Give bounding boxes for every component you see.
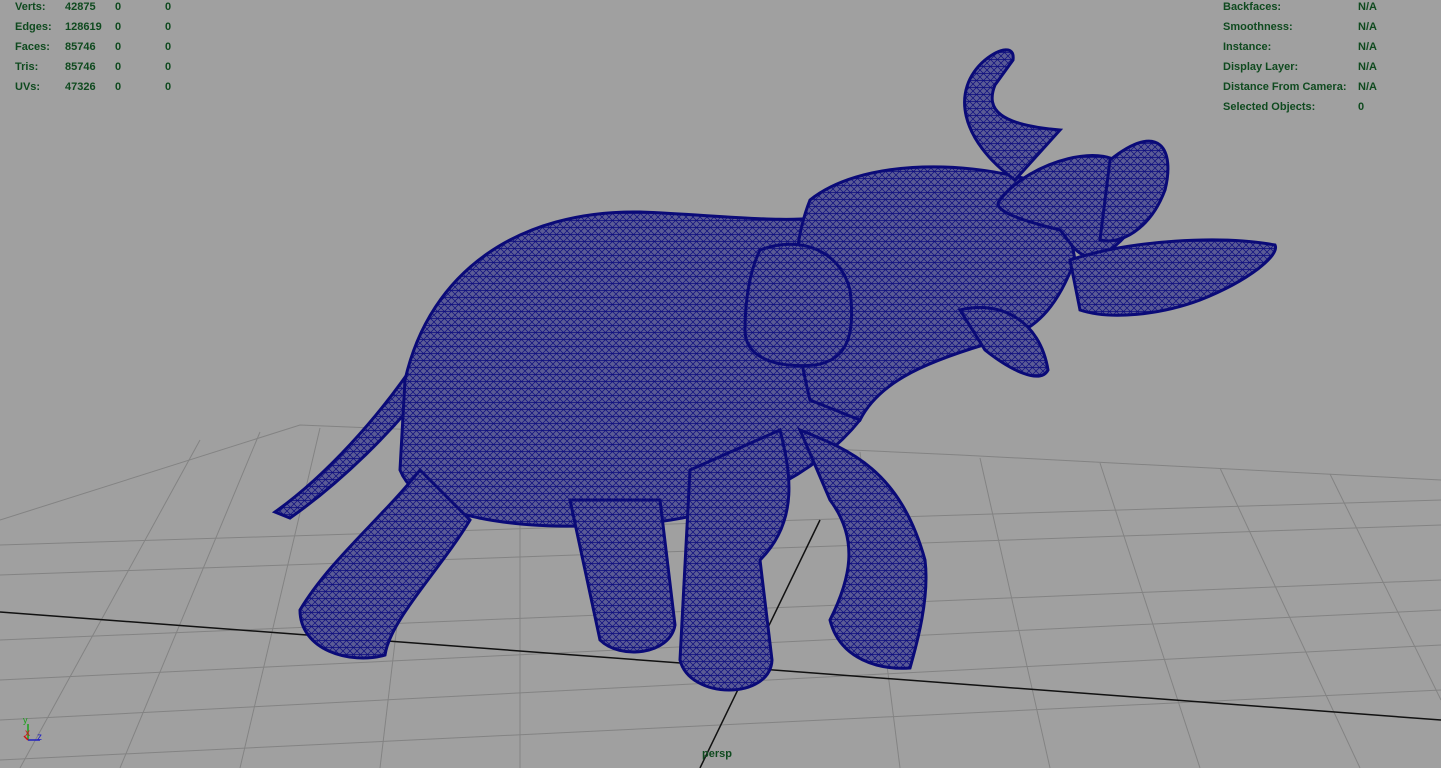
hud-value-total: 47326 [65, 81, 96, 93]
hud-value-selected: 0 [115, 61, 122, 73]
hud-label: Verts: [15, 1, 46, 13]
poly-count-hud: Verts: 42875 0 0 Edges: 128619 0 0 Faces… [15, 0, 215, 97]
hud-row-selected-objects: Selected Objects: 0 [1223, 97, 1433, 117]
hud-label: Selected Objects: [1223, 101, 1316, 113]
hud-value-total: 128619 [65, 21, 102, 33]
hud-label: Backfaces: [1223, 1, 1282, 13]
hud-label: Display Layer: [1223, 61, 1299, 73]
hud-row-uvs: UVs: 47326 0 0 [15, 77, 215, 97]
hud-value-component: 0 [165, 41, 172, 53]
axis-label-z: z [37, 732, 42, 743]
hud-value-selected: 0 [115, 81, 122, 93]
axis-gizmo-icon: y x z [23, 715, 42, 743]
hud-value-component: 0 [165, 81, 172, 93]
hud-row-distance: Distance From Camera: N/A [1223, 77, 1433, 97]
hud-row-faces: Faces: 85746 0 0 [15, 37, 215, 57]
object-details-hud: Backfaces: N/A Smoothness: N/A Instance:… [1223, 0, 1433, 117]
hud-value: N/A [1358, 61, 1377, 73]
hud-value: N/A [1358, 21, 1377, 33]
hud-label: UVs: [15, 81, 41, 93]
hud-value-total: 85746 [65, 41, 96, 53]
hud-value: N/A [1358, 41, 1377, 53]
hud-value-component: 0 [165, 61, 172, 73]
camera-name-label: persp [702, 748, 732, 760]
hud-value-total: 42875 [65, 1, 96, 13]
hud-value-total: 85746 [65, 61, 96, 73]
hud-label: Faces: [15, 41, 50, 53]
axis-label-x: x [25, 728, 30, 739]
hud-value-selected: 0 [115, 21, 122, 33]
hud-value: N/A [1358, 81, 1377, 93]
hud-row-backfaces: Backfaces: N/A [1223, 0, 1433, 17]
hud-value: 0 [1358, 101, 1365, 113]
hud-label: Tris: [15, 61, 39, 73]
hud-row-display-layer: Display Layer: N/A [1223, 57, 1433, 77]
hud-label: Smoothness: [1223, 21, 1293, 33]
elephant-mesh[interactable] [271, 48, 1277, 692]
hud-label: Instance: [1223, 41, 1272, 53]
hud-row-smoothness: Smoothness: N/A [1223, 17, 1433, 37]
hud-row-instance: Instance: N/A [1223, 37, 1433, 57]
hud-row-verts: Verts: 42875 0 0 [15, 0, 215, 17]
viewport-persp[interactable]: Verts: 42875 0 0 Edges: 128619 0 0 Faces… [0, 0, 1441, 768]
hud-value-selected: 0 [115, 1, 122, 13]
hud-value-component: 0 [165, 1, 172, 13]
hud-label: Distance From Camera: [1223, 81, 1347, 93]
hud-value-component: 0 [165, 21, 172, 33]
hud-row-edges: Edges: 128619 0 0 [15, 17, 215, 37]
hud-row-tris: Tris: 85746 0 0 [15, 57, 215, 77]
hud-label: Edges: [15, 21, 52, 33]
hud-value-selected: 0 [115, 41, 122, 53]
axis-label-y: y [23, 715, 28, 725]
hud-value: N/A [1358, 1, 1377, 13]
